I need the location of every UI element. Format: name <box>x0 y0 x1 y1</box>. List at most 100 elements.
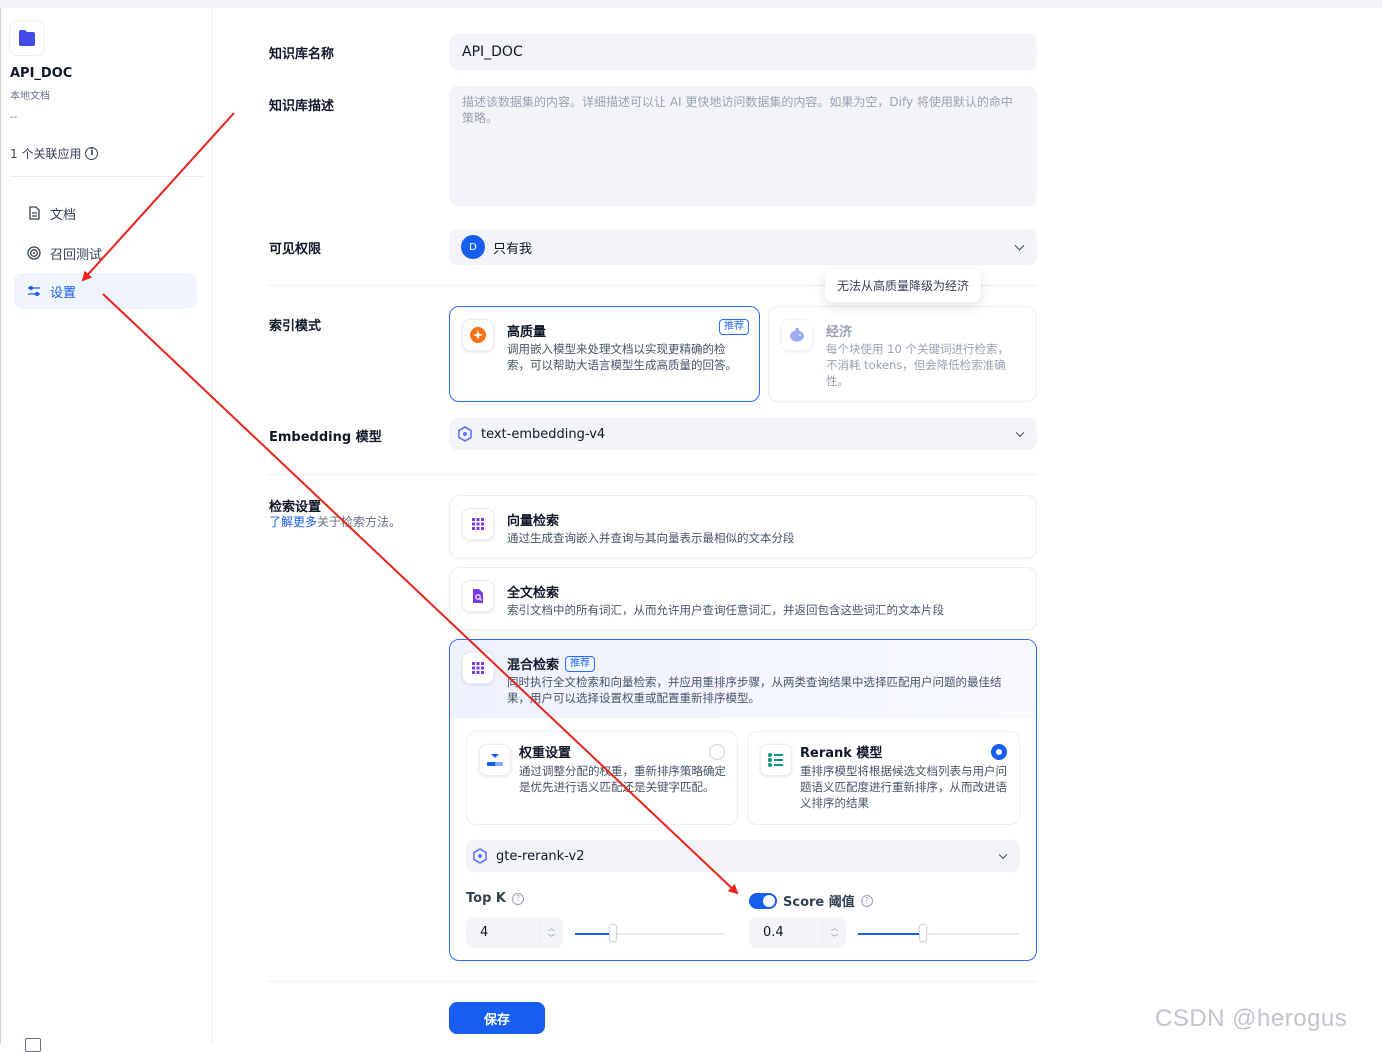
dataset-icon-box <box>9 20 45 56</box>
score-threshold-value: 0.4 <box>763 925 784 940</box>
recommended-badge: 推荐 <box>719 319 749 335</box>
chevron-up-icon[interactable]: ︿ <box>831 924 838 932</box>
score-threshold-stepper[interactable]: ︿ ﹀ <box>822 917 846 948</box>
chevron-down-icon[interactable]: ﹀ <box>831 934 838 942</box>
help-icon[interactable]: ? <box>860 894 873 907</box>
index-economy-option[interactable]: 经济 每个块使用 10 个关键词进行检索，不消耗 tokens，但会降低检索准确… <box>768 306 1037 402</box>
embedding-label: Embedding 模型 <box>269 430 382 445</box>
weight-icon <box>479 744 511 776</box>
sidebar-item-label: 设置 <box>50 285 77 301</box>
sidebar: API_DOC 本地文档 -- 1 个关联应用 i 文档 召回测试 设置 <box>0 8 213 1052</box>
score-threshold-label: Score 阈值 ? <box>749 891 873 910</box>
index-mode-label: 索引模式 <box>269 319 322 334</box>
hybrid-search-title: 混合检索 推荐 <box>507 654 596 673</box>
index-economy-desc: 每个块使用 10 个关键词进行检索，不消耗 tokens，但会降低检索准确性。 <box>826 342 1009 388</box>
chevron-down-icon[interactable]: ﹀ <box>548 934 555 942</box>
vector-search-option[interactable]: 向量检索 通过生成查询嵌入并查询与其向量表示最相似的文本分段 <box>449 495 1037 559</box>
top-k-slider-thumb[interactable] <box>608 924 617 942</box>
score-threshold-slider[interactable] <box>858 924 1020 942</box>
model-provider-icon <box>473 848 487 864</box>
grid-icon <box>462 652 494 684</box>
chevron-down-icon <box>998 850 1008 860</box>
top-k-label: Top K ? <box>466 891 524 906</box>
top-k-slider[interactable] <box>575 924 725 942</box>
rerank-model-option[interactable]: Rerank 模型 重排序模型将根据候选文档列表与用户问题语义匹配度进行重新排序… <box>747 731 1020 825</box>
chevron-up-icon[interactable]: ︿ <box>548 924 555 932</box>
sidebar-item-recall-test[interactable]: 召回测试 <box>14 235 197 271</box>
rerank-model-select[interactable]: gte-rerank-v2 <box>466 840 1020 872</box>
save-button[interactable]: 保存 <box>449 1002 545 1034</box>
sidebar-item-label: 召回测试 <box>50 247 103 263</box>
sliders-icon <box>26 283 42 299</box>
score-threshold-slider-fill <box>858 933 923 935</box>
rerank-model-value: gte-rerank-v2 <box>496 848 585 864</box>
name-input[interactable]: API_DOC <box>449 34 1037 70</box>
learn-more-suffix: 关于检索方法。 <box>317 515 402 529</box>
embedding-model-select[interactable]: text-embedding-v4 <box>449 418 1037 450</box>
top-k-label-text: Top K <box>466 891 506 906</box>
fulltext-search-option[interactable]: 全文检索 索引文档中的所有词汇，从而允许用户查询任意词汇，并返回包含这些词汇的文… <box>449 567 1037 631</box>
divider <box>269 981 1037 982</box>
avatar: D <box>461 235 485 259</box>
fulltext-search-desc: 索引文档中的所有词汇，从而允许用户查询任意词汇，并返回包含这些词汇的文本片段 <box>507 603 944 617</box>
description-label: 知识库描述 <box>269 99 335 114</box>
fulltext-search-title: 全文检索 <box>507 586 560 601</box>
weight-settings-option[interactable]: 权重设置 通过调整分配的权重，重新排序策略确定是优先进行语义匹配还是关键字匹配。 <box>466 731 738 825</box>
embedding-model-value: text-embedding-v4 <box>481 426 606 442</box>
sidebar-item-settings[interactable]: 设置 <box>14 273 197 309</box>
file-search-icon <box>462 580 494 612</box>
piggy-bank-icon <box>781 319 813 351</box>
top-k-slider-fill <box>575 933 613 935</box>
permission-label: 可见权限 <box>269 242 322 257</box>
rerank-model-desc: 重排序模型将根据候选文档列表与用户问题语义匹配度进行重新排序，从而改进语义排序的… <box>800 764 1007 810</box>
permission-value: 只有我 <box>493 241 533 257</box>
top-k-stepper[interactable]: ︿ ﹀ <box>539 917 563 948</box>
score-threshold-slider-thumb[interactable] <box>918 924 927 942</box>
collapse-sidebar-icon[interactable] <box>25 1038 41 1052</box>
sidebar-divider <box>10 176 205 177</box>
top-k-value: 4 <box>480 925 489 940</box>
weight-settings-radio[interactable] <box>709 744 725 760</box>
weight-settings-title: 权重设置 <box>519 746 572 761</box>
score-threshold-toggle[interactable] <box>749 892 777 909</box>
chevron-down-icon <box>1015 428 1025 438</box>
chevron-down-icon <box>1014 240 1025 251</box>
vector-search-title: 向量检索 <box>507 514 560 529</box>
description-textarea[interactable]: 描述该数据集的内容。详细描述可以让 AI 更快地访问数据集的内容。如果为空，Di… <box>449 86 1037 206</box>
document-icon <box>26 205 42 221</box>
learn-more-link[interactable]: 了解更多 <box>269 515 317 529</box>
recommended-badge: 推荐 <box>565 655 596 672</box>
dataset-description: -- <box>10 112 18 123</box>
sparkle-icon <box>462 319 494 351</box>
model-provider-icon <box>458 426 472 442</box>
hybrid-search-title-text: 混合检索 <box>507 658 560 673</box>
rerank-model-radio[interactable] <box>991 744 1007 760</box>
linked-apps[interactable]: 1 个关联应用 i <box>10 145 99 162</box>
index-high-quality-option[interactable]: 高质量 推荐 调用嵌入模型来处理文档以实现更精确的检索，可以帮助大语言模型生成高… <box>449 306 760 402</box>
downgrade-tooltip: 无法从高质量降级为经济 <box>825 269 982 302</box>
sidebar-item-documents[interactable]: 文档 <box>14 195 197 231</box>
dataset-type: 本地文档 <box>10 91 50 102</box>
rerank-icon <box>760 744 792 776</box>
index-high-quality-title: 高质量 <box>507 325 547 340</box>
weight-settings-desc: 通过调整分配的权重，重新排序策略确定是优先进行语义匹配还是关键字匹配。 <box>519 764 726 794</box>
top-bar <box>0 0 1382 8</box>
index-economy-title: 经济 <box>826 325 853 340</box>
hybrid-search-desc: 同时执行全文检索和向量检索，并应用重排序步骤，从两类查询结果中选择匹配用户问题的… <box>507 675 1002 705</box>
info-icon[interactable]: i <box>85 147 99 160</box>
vector-search-desc: 通过生成查询嵌入并查询与其向量表示最相似的文本分段 <box>507 531 795 545</box>
learn-more-text: 了解更多关于检索方法。 <box>269 513 401 530</box>
name-label: 知识库名称 <box>269 47 335 62</box>
dataset-name: API_DOC <box>10 66 73 81</box>
hybrid-search-option[interactable]: 混合检索 推荐 同时执行全文检索和向量检索，并应用重排序步骤，从两类查询结果中选… <box>449 639 1037 961</box>
rerank-model-title: Rerank 模型 <box>800 746 883 761</box>
index-high-quality-desc: 调用嵌入模型来处理文档以实现更精确的检索，可以帮助大语言模型生成高质量的回答。 <box>507 342 737 372</box>
score-threshold-input[interactable]: 0.4 ︿ ﹀ <box>749 917 846 948</box>
help-icon[interactable]: ? <box>511 892 524 905</box>
permission-select[interactable]: D 只有我 <box>449 229 1037 265</box>
watermark: CSDN @herogus <box>1155 1005 1348 1032</box>
grid-icon <box>462 508 494 540</box>
top-k-input[interactable]: 4 ︿ ﹀ <box>466 917 563 948</box>
folder-icon <box>19 30 35 46</box>
divider <box>269 474 1037 475</box>
